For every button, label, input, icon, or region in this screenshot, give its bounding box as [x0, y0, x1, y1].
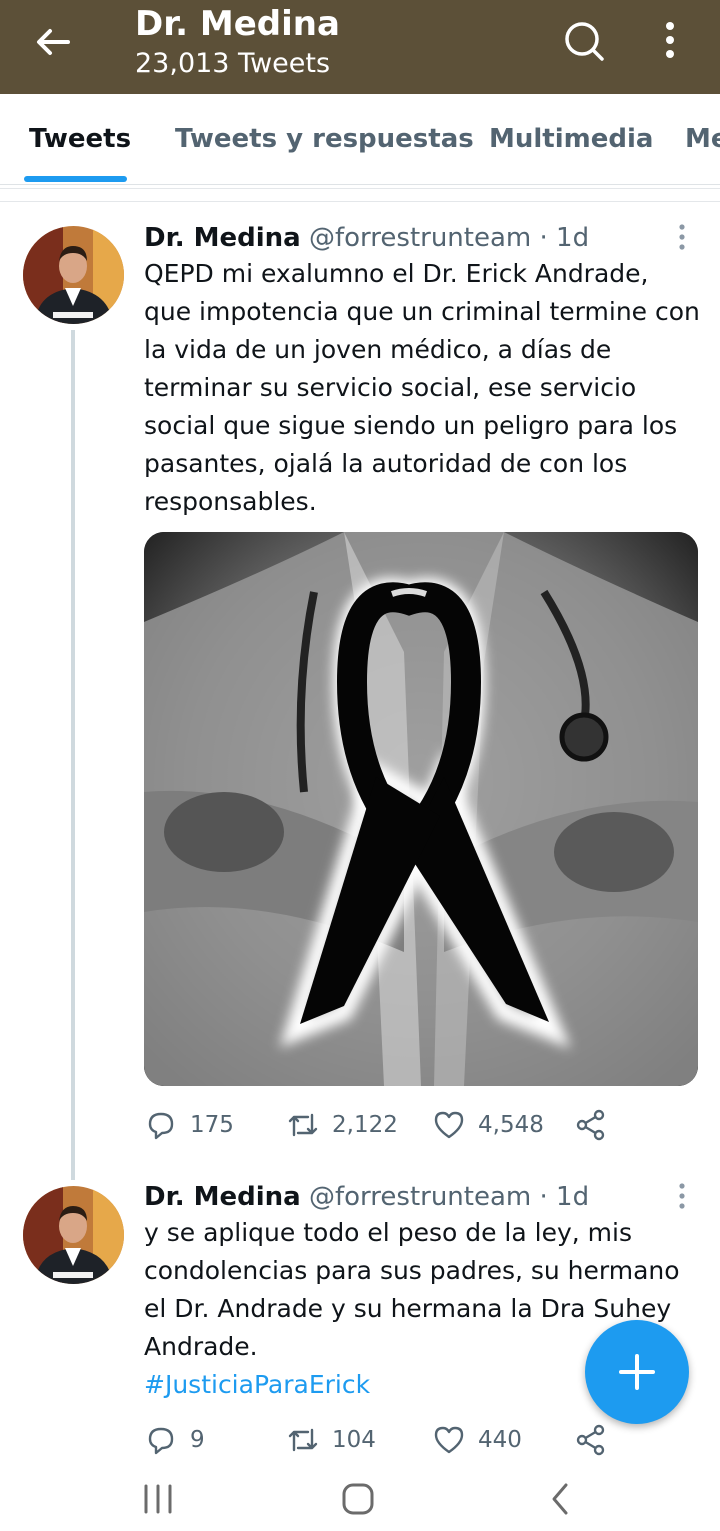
author-name[interactable]: Dr. Medina — [144, 1182, 301, 1212]
heart-icon — [434, 1111, 464, 1139]
tweet-more-icon[interactable] — [676, 1181, 688, 1211]
compose-tweet-button[interactable] — [585, 1320, 689, 1424]
retweet-count: 104 — [332, 1427, 376, 1453]
divider — [0, 188, 720, 202]
tweet-count: 23,013 Tweets — [135, 48, 331, 79]
avatar[interactable] — [23, 226, 124, 324]
profile-tabs: Tweets Tweets y respuestas Multimedia Me — [0, 94, 720, 185]
tab-tweets-y-respuestas[interactable]: Tweets y respuestas — [175, 122, 474, 156]
like-button[interactable]: 440 — [432, 1422, 522, 1458]
more-vertical-icon[interactable] — [650, 18, 690, 66]
avatar[interactable] — [23, 1186, 124, 1284]
tweet-actions: 175 2,122 4,548 — [144, 1107, 704, 1143]
home-icon[interactable] — [338, 1480, 378, 1518]
share-icon — [576, 1109, 605, 1141]
retweet-icon — [288, 1428, 318, 1452]
reply-button[interactable]: 9 — [144, 1422, 205, 1458]
active-tab-indicator — [24, 176, 127, 182]
profile-title: Dr. Medina — [135, 4, 340, 44]
like-count: 440 — [478, 1427, 522, 1453]
tweet-text: QEPD mi exalumno el Dr. Erick Andrade, q… — [144, 259, 700, 516]
plus-icon — [619, 1354, 655, 1390]
like-count: 4,548 — [478, 1112, 544, 1138]
share-icon — [576, 1424, 605, 1456]
tab-me-gusta[interactable]: Me — [685, 122, 720, 156]
retweet-button[interactable]: 104 — [286, 1422, 376, 1458]
search-icon[interactable] — [560, 18, 608, 66]
tweet-header: Dr. Medina @forrestrunteam · 1d — [144, 1180, 589, 1214]
retweet-count: 2,122 — [332, 1112, 398, 1138]
top-app-bar: Dr. Medina 23,013 Tweets — [0, 0, 720, 94]
share-button[interactable] — [574, 1107, 608, 1143]
reply-button[interactable]: 175 — [144, 1107, 234, 1143]
tweet-image[interactable] — [144, 532, 698, 1086]
tweet-time: · 1d — [539, 1182, 590, 1212]
reply-icon — [148, 1427, 174, 1455]
tweet-time: · 1d — [539, 223, 590, 253]
thread-connector — [71, 330, 75, 1180]
author-handle[interactable]: @forrestrunteam — [309, 223, 531, 253]
tab-multimedia[interactable]: Multimedia — [489, 122, 653, 156]
share-button[interactable] — [574, 1422, 608, 1458]
author-name[interactable]: Dr. Medina — [144, 223, 301, 253]
back-arrow-icon[interactable] — [32, 22, 72, 62]
back-icon[interactable] — [545, 1480, 575, 1518]
recent-apps-icon[interactable] — [138, 1482, 178, 1516]
author-handle[interactable]: @forrestrunteam — [309, 1182, 531, 1212]
tweet-actions: 9 104 440 — [144, 1422, 704, 1458]
tab-tweets[interactable]: Tweets — [29, 122, 131, 156]
tweet-header: Dr. Medina @forrestrunteam · 1d — [144, 221, 589, 255]
retweet-button[interactable]: 2,122 — [286, 1107, 398, 1143]
reply-icon — [148, 1112, 174, 1140]
tweet-more-icon[interactable] — [676, 222, 688, 252]
like-button[interactable]: 4,548 — [432, 1107, 544, 1143]
reply-count: 175 — [190, 1112, 234, 1138]
heart-icon — [434, 1426, 464, 1454]
retweet-icon — [288, 1113, 318, 1137]
reply-count: 9 — [190, 1427, 205, 1453]
system-navigation-bar — [0, 1468, 720, 1531]
